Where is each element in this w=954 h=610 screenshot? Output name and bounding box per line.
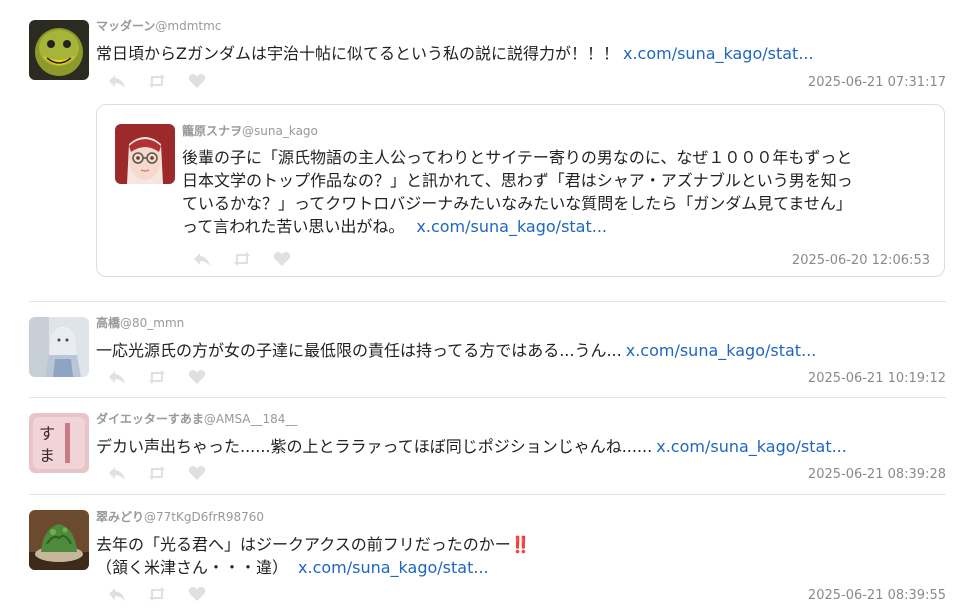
green-dessert-avatar-icon: [29, 510, 89, 570]
figure-photo-avatar-icon: [29, 317, 89, 377]
tweet-timestamp[interactable]: 2025-06-21 08:39:55: [808, 588, 946, 603]
reply-icon[interactable]: [108, 465, 126, 481]
tweet-text-line-last: （頷く米津さん・・・違） x.com/suna_kago/stat...: [96, 556, 531, 579]
tweet-text: 去年の「光る君へ」はジークアクスの前フリだったのかー‼️ （頷く米津さん・・・違…: [96, 533, 531, 579]
tweet-actions: [108, 369, 206, 385]
avatar[interactable]: [29, 20, 89, 80]
heart-icon[interactable]: [188, 73, 206, 89]
quoted-handle[interactable]: @suna_kago: [242, 124, 318, 138]
tweet-actions: [108, 73, 206, 89]
heart-icon[interactable]: [188, 369, 206, 385]
retweet-icon[interactable]: [148, 369, 166, 385]
reply-icon[interactable]: [108, 369, 126, 385]
display-name[interactable]: マッダーン: [96, 19, 155, 33]
quoted-avatar[interactable]: [115, 124, 175, 184]
retweet-icon[interactable]: [148, 73, 166, 89]
tweet-timestamp[interactable]: 2025-06-21 10:19:12: [808, 371, 946, 386]
avatar[interactable]: [29, 510, 89, 570]
quoted-text-line: ているかな？」ってクワトロバジーナみたいなみたいな質問をしたら「ガンダム見てませ…: [182, 194, 852, 213]
handle[interactable]: @AMSA__184__: [204, 412, 298, 426]
tweet-timestamp[interactable]: 2025-06-21 08:39:28: [808, 467, 946, 482]
tweet-link[interactable]: x.com/suna_kago/stat...: [623, 44, 814, 63]
tweet-item: 翠みどり@77tKgD6frR98760 去年の「光る君へ」はジークアクスの前フ…: [29, 495, 946, 610]
red-hair-glasses-anime-avatar-icon: [115, 124, 175, 184]
handle[interactable]: @mdmtmc: [155, 19, 221, 33]
display-name[interactable]: 翠みどり: [96, 510, 144, 524]
tweet-text: デカい声出ちゃった......紫の上とララァってほぼ同じポジションじゃんね...…: [96, 435, 847, 458]
handle[interactable]: @77tKgD6frR98760: [144, 510, 264, 524]
tweet-actions: [108, 465, 206, 481]
avatar[interactable]: [29, 317, 89, 377]
display-name[interactable]: ダイエッターすあま: [96, 412, 204, 426]
tweet-link[interactable]: x.com/suna_kago/stat...: [656, 437, 847, 456]
tweet-link[interactable]: x.com/suna_kago/stat...: [298, 558, 489, 577]
tweet-actions: [108, 586, 206, 602]
tweet-text: 常日頃からZガンダムは宇治十帖に似てるという私の説に説得力が！！！ x.com/s…: [96, 42, 814, 65]
quoted-link[interactable]: x.com/suna_kago/stat...: [416, 217, 607, 236]
heart-icon[interactable]: [188, 586, 206, 602]
tweet-header: 翠みどり@77tKgD6frR98760: [96, 508, 264, 525]
tweet-item: 高橋@80_mmn 一応光源氏の方が女の子達に最低限の責任は持ってる方ではある.…: [29, 302, 946, 396]
quoted-text: 後輩の子に「源氏物語の主人公ってわりとサイテー寄りの男なのに、なぜ１０００年もず…: [182, 146, 853, 238]
suama-glyph: す: [39, 424, 55, 443]
reply-icon[interactable]: [193, 251, 211, 267]
heart-icon[interactable]: [188, 465, 206, 481]
quoted-actions: [193, 251, 291, 267]
reply-icon[interactable]: [108, 73, 126, 89]
tweet-header: 高橋@80_mmn: [96, 314, 184, 331]
quoted-text-line: 日本文学のトップ作品なの？」と訊かれて、思わず「君はシャア・アズナブルという男を…: [182, 171, 853, 190]
tweet-text-content: 常日頃からZガンダムは宇治十帖に似てるという私の説に説得力が！！！: [96, 44, 619, 63]
tweet-timestamp[interactable]: 2025-06-21 07:31:17: [808, 75, 946, 90]
suama-glyph: ま: [39, 446, 55, 465]
heart-icon[interactable]: [273, 251, 291, 267]
quoted-display-name[interactable]: 籠原スナヲ: [182, 124, 242, 138]
retweet-icon[interactable]: [148, 586, 166, 602]
quoted-text-content: って言われた苦い思い出がね。: [182, 217, 405, 236]
tweet-item: マッダーン@mdmtmc 常日頃からZガンダムは宇治十帖に似てるという私の説に説…: [29, 0, 946, 300]
quoted-header: 籠原スナヲ@suna_kago: [182, 122, 318, 139]
retweet-icon[interactable]: [233, 251, 251, 267]
reply-icon[interactable]: [108, 586, 126, 602]
tweet-header: マッダーン@mdmtmc: [96, 17, 221, 34]
avatar[interactable]: す ま: [29, 413, 89, 473]
tweet-text-content: （頷く米津さん・・・違）: [96, 558, 289, 577]
tweet-text: 一応光源氏の方が女の子達に最低限の責任は持ってる方ではある...うん... x.c…: [96, 339, 816, 362]
tweet-link[interactable]: x.com/suna_kago/stat...: [626, 341, 817, 360]
quoted-timestamp[interactable]: 2025-06-20 12:06:53: [792, 253, 930, 268]
display-name[interactable]: 高橋: [96, 316, 120, 330]
green-cartoon-face-avatar-icon: [29, 20, 89, 80]
tweet-header: ダイエッターすあま@AMSA__184__: [96, 410, 297, 427]
quoted-tweet-card[interactable]: 籠原スナヲ@suna_kago 後輩の子に「源氏物語の主人公ってわりとサイテー寄…: [96, 104, 945, 277]
quoted-text-line-last: って言われた苦い思い出がね。 x.com/suna_kago/stat...: [182, 215, 853, 238]
tweet-text-content: 一応光源氏の方が女の子達に最低限の責任は持ってる方ではある...うん...: [96, 341, 622, 360]
suama-sweet-avatar-icon: す ま: [29, 413, 89, 473]
tweet-item: す ま ダイエッターすあま@AMSA__184__ デカい声出ちゃった.....…: [29, 398, 946, 494]
handle[interactable]: @80_mmn: [120, 316, 184, 330]
quoted-text-line: 後輩の子に「源氏物語の主人公ってわりとサイテー寄りの男なのに、なぜ１０００年もず…: [182, 148, 853, 167]
tweet-text-line: 去年の「光る君へ」はジークアクスの前フリだったのかー‼️: [96, 535, 531, 554]
tweet-text-content: デカい声出ちゃった......紫の上とララァってほぼ同じポジションじゃんね...…: [96, 437, 653, 456]
retweet-icon[interactable]: [148, 465, 166, 481]
